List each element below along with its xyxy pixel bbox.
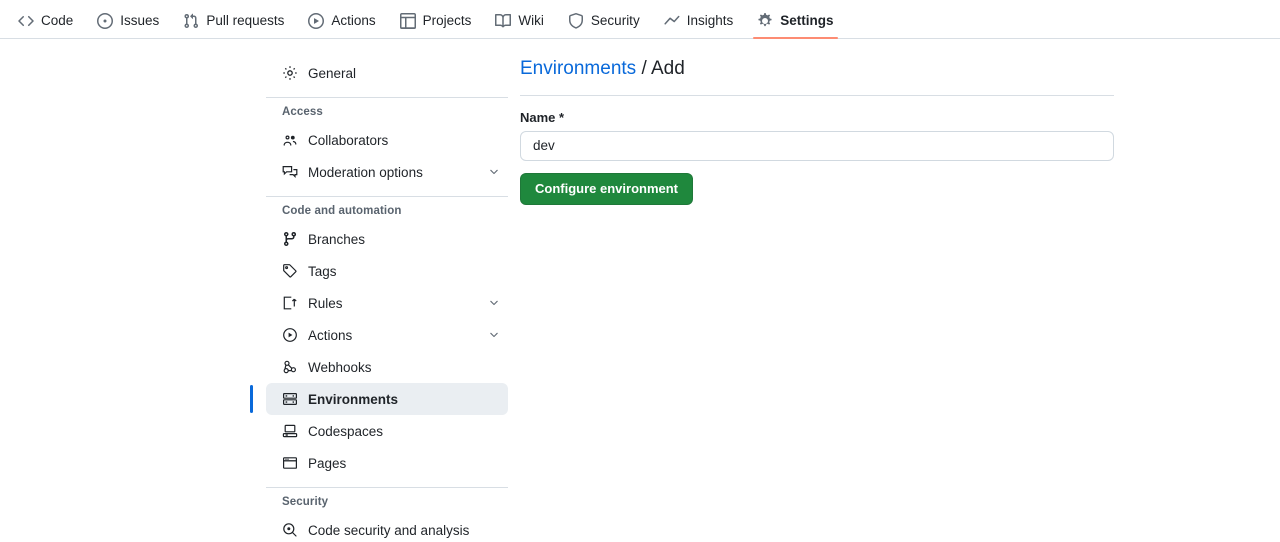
rules-icon xyxy=(282,295,298,311)
breadcrumb-current: Add xyxy=(650,58,685,79)
people-icon xyxy=(282,132,298,148)
book-icon xyxy=(495,13,512,29)
codespaces-icon xyxy=(282,423,298,439)
sidebar-item-collaborators[interactable]: Collaborators xyxy=(266,124,508,156)
sidebar-item-code-security-and-analysis[interactable]: Code security and analysis xyxy=(266,514,508,542)
tab-label: Actions xyxy=(331,13,376,29)
browser-icon xyxy=(282,455,298,471)
sidebar-item-general[interactable]: General xyxy=(266,57,508,89)
tab-label: Wiki xyxy=(518,13,544,29)
tab-settings[interactable]: Settings xyxy=(749,13,841,39)
sidebar-item-rules[interactable]: Rules xyxy=(266,287,508,319)
tab-wiki[interactable]: Wiki xyxy=(487,13,552,38)
sidebar-item-label: Branches xyxy=(308,231,366,247)
tab-code[interactable]: Code xyxy=(10,13,81,38)
tab-label: Projects xyxy=(422,13,472,29)
main-content: Environments / Add Name * Configure envi… xyxy=(520,57,1114,542)
tab-label: Insights xyxy=(686,13,734,29)
sidebar-heading-access: Access xyxy=(282,106,323,118)
sidebar-divider xyxy=(266,487,508,488)
sidebar-item-label: General xyxy=(308,65,357,81)
git-pull-request-icon xyxy=(183,13,199,29)
server-icon xyxy=(282,391,298,407)
configure-environment-button[interactable]: Configure environment xyxy=(520,172,694,205)
git-branch-icon xyxy=(282,231,298,247)
sidebar-item-pages[interactable]: Pages xyxy=(266,447,508,479)
tab-projects[interactable]: Projects xyxy=(392,13,480,38)
repository-nav: Code Issues Pull requests Actions Projec… xyxy=(0,0,1280,39)
sidebar-item-moderation-options[interactable]: Moderation options xyxy=(266,156,508,188)
sidebar-item-tags[interactable]: Tags xyxy=(266,255,508,287)
sidebar-item-label: Collaborators xyxy=(308,132,389,148)
tab-label: Pull requests xyxy=(206,13,285,29)
sidebar-item-label: Pages xyxy=(308,455,347,471)
sidebar-heading-code-and-automation: Code and automation xyxy=(282,205,402,217)
sidebar-item-codespaces[interactable]: Codespaces xyxy=(266,415,508,447)
graph-icon xyxy=(664,13,680,29)
play-circle-icon xyxy=(308,13,325,29)
tab-label: Settings xyxy=(780,13,834,29)
sidebar-heading-security: Security xyxy=(282,496,329,508)
sidebar-item-label: Environments xyxy=(308,391,399,407)
tab-issues[interactable]: Issues xyxy=(89,13,167,38)
tab-actions[interactable]: Actions xyxy=(300,13,383,38)
breadcrumb-environments-link[interactable]: Environments xyxy=(520,58,636,79)
tab-label: Security xyxy=(590,13,640,29)
sidebar-group-security: Security Code security and analysis Depl… xyxy=(266,496,508,542)
name-field-label: Name * xyxy=(520,109,565,125)
sidebar-item-label: Webhooks xyxy=(308,359,372,375)
play-circle-icon xyxy=(282,327,298,343)
sidebar-item-label: Actions xyxy=(308,327,353,343)
sidebar-item-label: Moderation options xyxy=(308,164,423,180)
chevron-down-icon[interactable] xyxy=(488,329,500,341)
sidebar-group-code-and-automation: Code and automation Branches Tags Rules xyxy=(250,205,508,479)
page-title: Environments / Add xyxy=(520,57,1114,96)
sidebar-divider xyxy=(266,97,508,98)
sidebar-item-label: Codespaces xyxy=(308,423,384,439)
tab-label: Issues xyxy=(120,13,160,29)
gear-icon xyxy=(757,13,773,29)
chevron-down-icon[interactable] xyxy=(488,297,500,309)
sidebar-divider xyxy=(266,196,508,197)
chevron-down-icon[interactable] xyxy=(488,166,500,178)
sidebar-item-branches[interactable]: Branches xyxy=(266,223,508,255)
tab-security[interactable]: Security xyxy=(560,13,648,38)
sidebar-group-general: General xyxy=(266,57,508,89)
tag-icon xyxy=(282,263,298,279)
gear-icon xyxy=(282,65,298,81)
sidebar-item-environments[interactable]: Environments xyxy=(250,383,508,415)
breadcrumb-separator: / xyxy=(636,58,651,79)
sidebar-item-label: Code security and analysis xyxy=(308,522,470,538)
sidebar-item-label: Rules xyxy=(308,295,343,311)
tab-pull-requests[interactable]: Pull requests xyxy=(175,13,292,38)
settings-sidebar: General Access Collaborators Moderation … xyxy=(250,57,508,542)
environment-name-input[interactable] xyxy=(520,130,1114,161)
webhook-icon xyxy=(282,359,298,375)
sidebar-item-actions[interactable]: Actions xyxy=(266,319,508,351)
shield-icon xyxy=(568,13,584,29)
tab-label: Code xyxy=(41,13,74,29)
sidebar-item-webhooks[interactable]: Webhooks xyxy=(266,351,508,383)
code-icon xyxy=(18,13,34,29)
issue-opened-icon xyxy=(97,13,114,29)
sidebar-group-access: Access Collaborators Moderation options xyxy=(266,106,508,188)
codescan-icon xyxy=(282,522,298,538)
sidebar-item-label: Tags xyxy=(308,263,337,279)
comment-discussion-icon xyxy=(282,164,298,180)
tab-insights[interactable]: Insights xyxy=(656,13,742,38)
table-icon xyxy=(399,13,416,29)
page-body: General Access Collaborators Moderation … xyxy=(0,39,1280,542)
